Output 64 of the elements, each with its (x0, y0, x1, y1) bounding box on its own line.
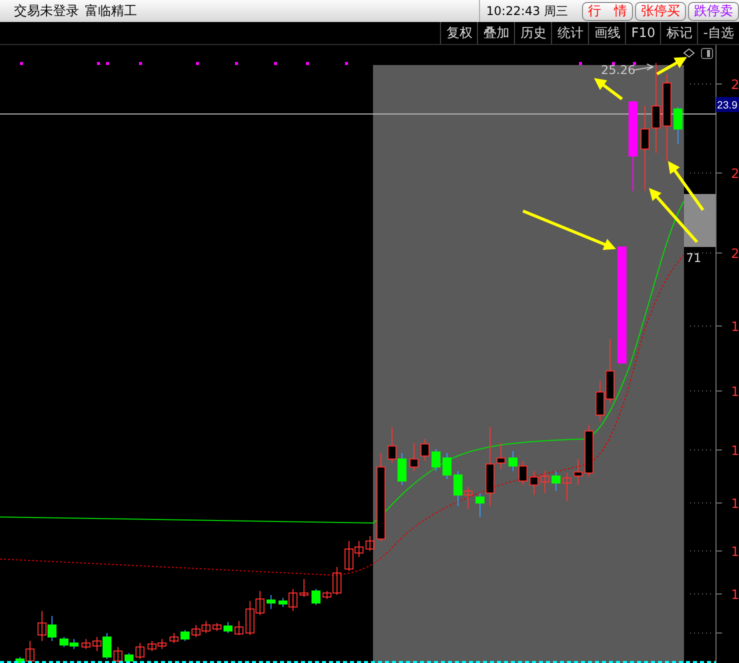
candlestick (388, 426, 396, 464)
stock-name: 富临精工 (85, 3, 137, 20)
candlestick (518, 460, 528, 486)
price-axis-label: 2 (731, 167, 739, 182)
candlestick (246, 600, 254, 636)
price-axis-label: 1 (731, 444, 739, 459)
price-axis-label: 2 (731, 247, 739, 262)
range-box (684, 194, 716, 247)
candlestick (192, 624, 200, 638)
marker-arrow-icon (634, 64, 654, 70)
candlestick (136, 642, 144, 660)
candlestick (266, 594, 276, 610)
candlestick (256, 590, 264, 616)
pointer-arrow (668, 161, 704, 211)
candlestick (124, 652, 134, 663)
candlestick (574, 458, 582, 486)
candlestick (114, 646, 122, 663)
candlestick (158, 638, 166, 650)
pointer-arrow (656, 57, 687, 76)
candlestick (442, 452, 452, 480)
login-status: 交易未登录 (14, 3, 79, 20)
candlestick (224, 622, 232, 634)
price-axis-label: 2 (731, 78, 739, 93)
current-price-tag: 23.9 (716, 97, 739, 112)
candlestick (674, 106, 682, 144)
candlestick (496, 442, 506, 470)
candlestick (366, 536, 374, 552)
range-box-label: 71 (686, 251, 702, 265)
candlestick (212, 622, 222, 632)
candlestick (540, 470, 550, 494)
quick-trade-button[interactable]: 张停买 (635, 2, 686, 20)
candlestick (38, 610, 46, 642)
candlestick (148, 640, 156, 652)
price-axis-label: 1 (731, 588, 739, 603)
candlestick (398, 452, 406, 486)
candlestick (420, 438, 430, 462)
candlestick (508, 450, 518, 472)
candlestick (552, 470, 560, 492)
candlestick (562, 472, 572, 502)
diamond-icon[interactable] (683, 48, 695, 58)
pointer-arrow (594, 78, 623, 100)
candlestick (312, 588, 320, 606)
quick-trade-button[interactable]: 跌停卖 (688, 2, 739, 20)
candlestick (170, 632, 178, 644)
price-axis-label: 1 (731, 385, 739, 400)
price-axis-label: 1 (731, 497, 739, 512)
price-axis-label: 1 (731, 320, 739, 335)
candlestick (432, 448, 440, 472)
candlestick (60, 636, 68, 648)
candlestick (584, 424, 594, 478)
high-price-marker: 25.26 (601, 63, 636, 77)
candlestick (70, 638, 78, 650)
quick-trade-button[interactable]: 行 情 (582, 2, 633, 20)
candlestick (48, 616, 56, 642)
candlestick (234, 620, 244, 636)
candlestick (202, 620, 210, 634)
candlestick (180, 630, 190, 642)
price-axis-label: 1 (731, 545, 739, 560)
candlestick (300, 578, 308, 598)
candlestick (530, 470, 538, 496)
candlestick (410, 442, 418, 472)
panel-toggle-icon[interactable] (701, 48, 713, 59)
candlestick (82, 638, 90, 650)
pointer-arrow (649, 188, 698, 243)
